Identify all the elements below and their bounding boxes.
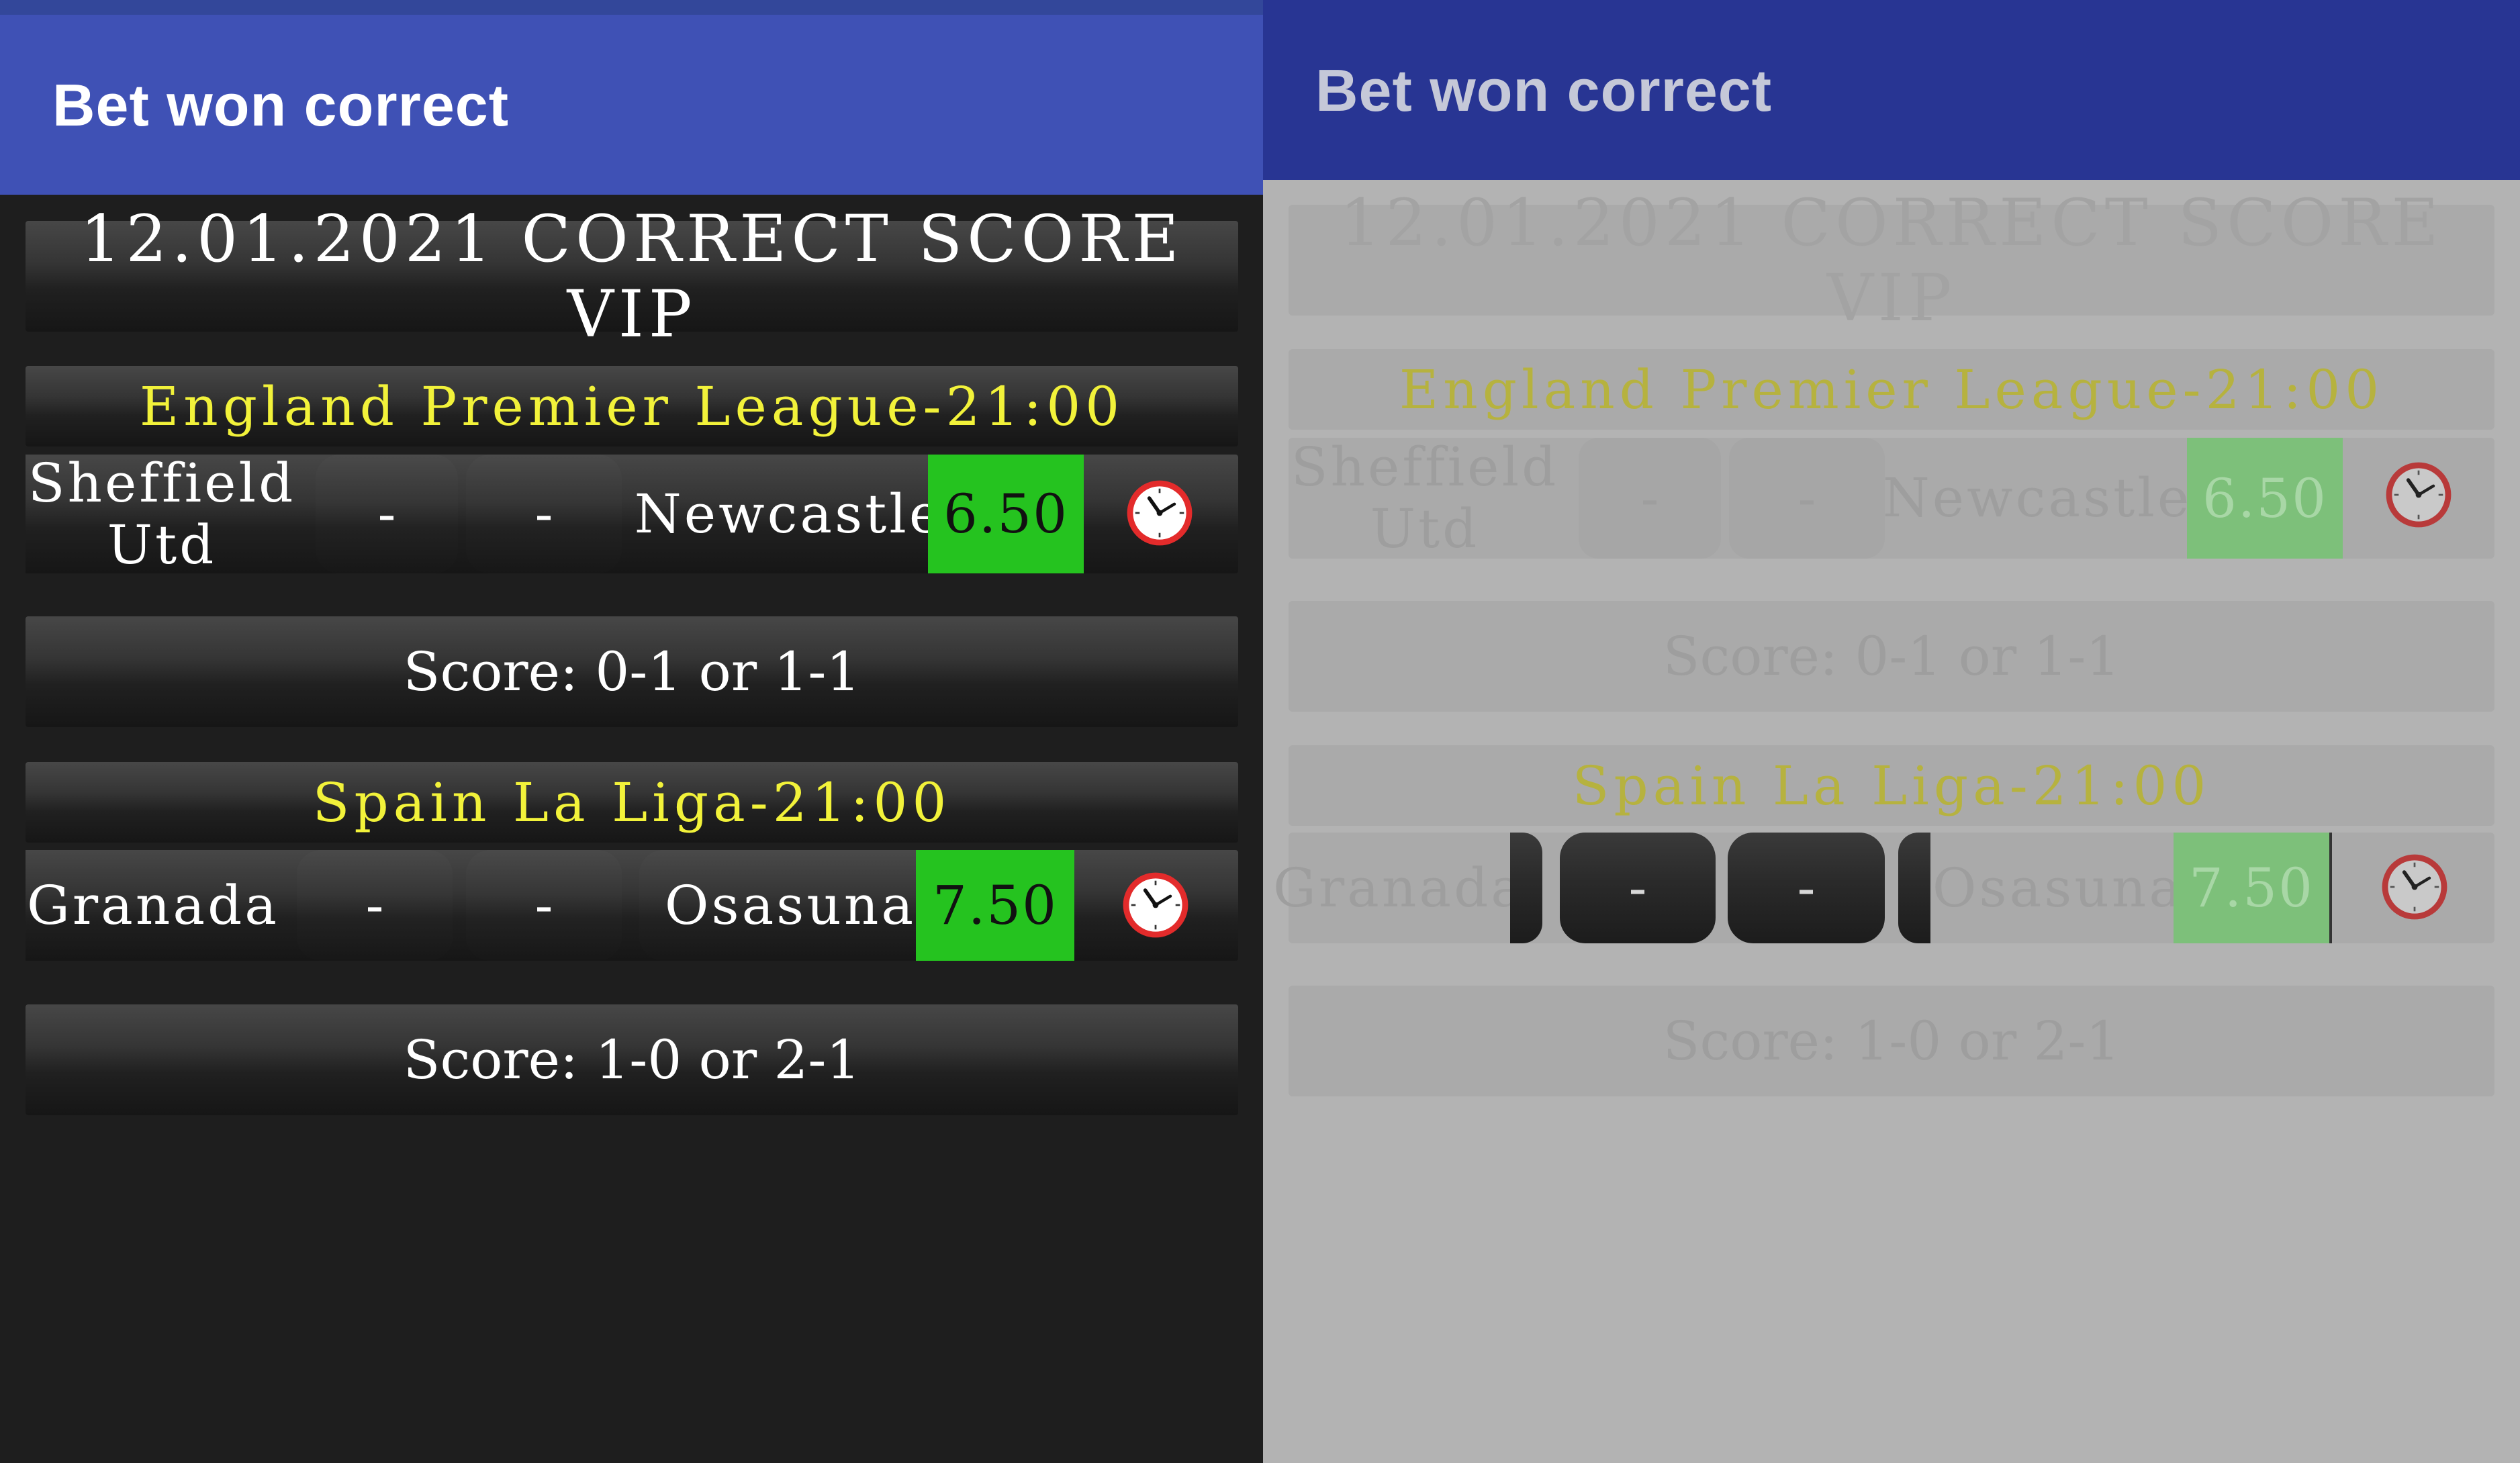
league-header: Spain La Liga-21:00 <box>26 762 1238 843</box>
alarm-clock-icon[interactable] <box>2382 458 2456 532</box>
page-title: 12.01.2021 CORRECT SCORE VIP <box>1289 185 2494 336</box>
home-team[interactable]: Sheffield Utd <box>1289 436 1561 560</box>
left-screen: Bet won correct 12.01.2021 CORRECT SCORE… <box>0 0 1263 1463</box>
away-score: - <box>466 455 622 573</box>
home-score: - <box>1579 438 1721 559</box>
home-team-line1: Sheffield <box>28 451 296 514</box>
score-prediction: Score: 1-0 or 2-1 <box>26 1004 1238 1115</box>
score-prediction: Score: 1-0 or 2-1 <box>1289 986 2494 1096</box>
match-row[interactable]: Sheffield Utd - - Newcastle 6.50 <box>26 451 1238 576</box>
away-team[interactable]: Newcastle <box>623 455 955 573</box>
status-bar <box>0 0 1263 15</box>
app-title: Bet won correct <box>52 72 510 138</box>
odds-badge: 7.50 <box>2174 833 2332 943</box>
league-header: England Premier League-21:00 <box>1289 349 2494 430</box>
away-score: - <box>1729 438 1885 559</box>
home-team-line2: Utd <box>107 513 217 576</box>
away-score-pressed[interactable]: - <box>1728 833 1885 943</box>
away-team[interactable]: Osasuna <box>639 850 941 961</box>
odds-badge: 7.50 <box>916 850 1074 961</box>
league-header: England Premier League-21:00 <box>26 366 1238 446</box>
score-prediction: Score: 0-1 or 1-1 <box>1289 601 2494 712</box>
alarm-clock-icon[interactable] <box>1123 476 1197 550</box>
home-score-pressed[interactable]: - <box>1560 833 1716 943</box>
home-team[interactable]: Granada <box>1273 833 1523 943</box>
league-header: Spain La Liga-21:00 <box>1289 745 2494 826</box>
page-title: 12.01.2021 CORRECT SCORE VIP <box>26 201 1238 352</box>
odds-badge: 6.50 <box>928 455 1084 573</box>
away-score: - <box>466 850 622 961</box>
app-bar: Bet won correct <box>0 15 1263 195</box>
match-row[interactable]: Granada - - Osasuna 7.50 <box>1273 833 2494 943</box>
odds-badge: 6.50 <box>2187 438 2343 559</box>
away-team[interactable]: Newcastle <box>1883 438 2189 559</box>
right-screen-dimmed: Bet won correct 12.01.2021 CORRECT SCORE… <box>1263 0 2520 1463</box>
score-prediction: Score: 0-1 or 1-1 <box>26 616 1238 727</box>
away-team[interactable]: Osasuna <box>1930 833 2186 943</box>
away-team-edge <box>1898 833 1930 943</box>
home-score: - <box>316 455 458 573</box>
app-title: Bet won correct <box>1315 57 1773 124</box>
app-bar: Bet won correct <box>1263 0 2520 180</box>
home-team-edge <box>1510 833 1542 943</box>
alarm-clock-icon[interactable] <box>2378 850 2452 924</box>
home-team[interactable]: Granada <box>26 850 281 961</box>
match-row[interactable]: Granada - - Osasuna 7.50 <box>26 850 1238 961</box>
home-team-line1: Sheffield <box>1291 436 1559 498</box>
home-team-line2: Utd <box>1370 498 1480 560</box>
alarm-clock-icon[interactable] <box>1119 868 1193 942</box>
home-team[interactable]: Sheffield Utd <box>26 451 298 576</box>
match-row[interactable]: Sheffield Utd - - Newcastle 6.50 <box>1289 436 2494 560</box>
home-score: - <box>297 850 453 961</box>
